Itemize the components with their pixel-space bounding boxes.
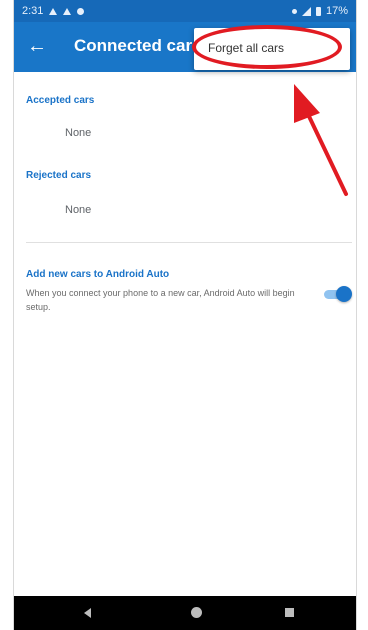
annotation-arrow-icon bbox=[294, 84, 348, 196]
